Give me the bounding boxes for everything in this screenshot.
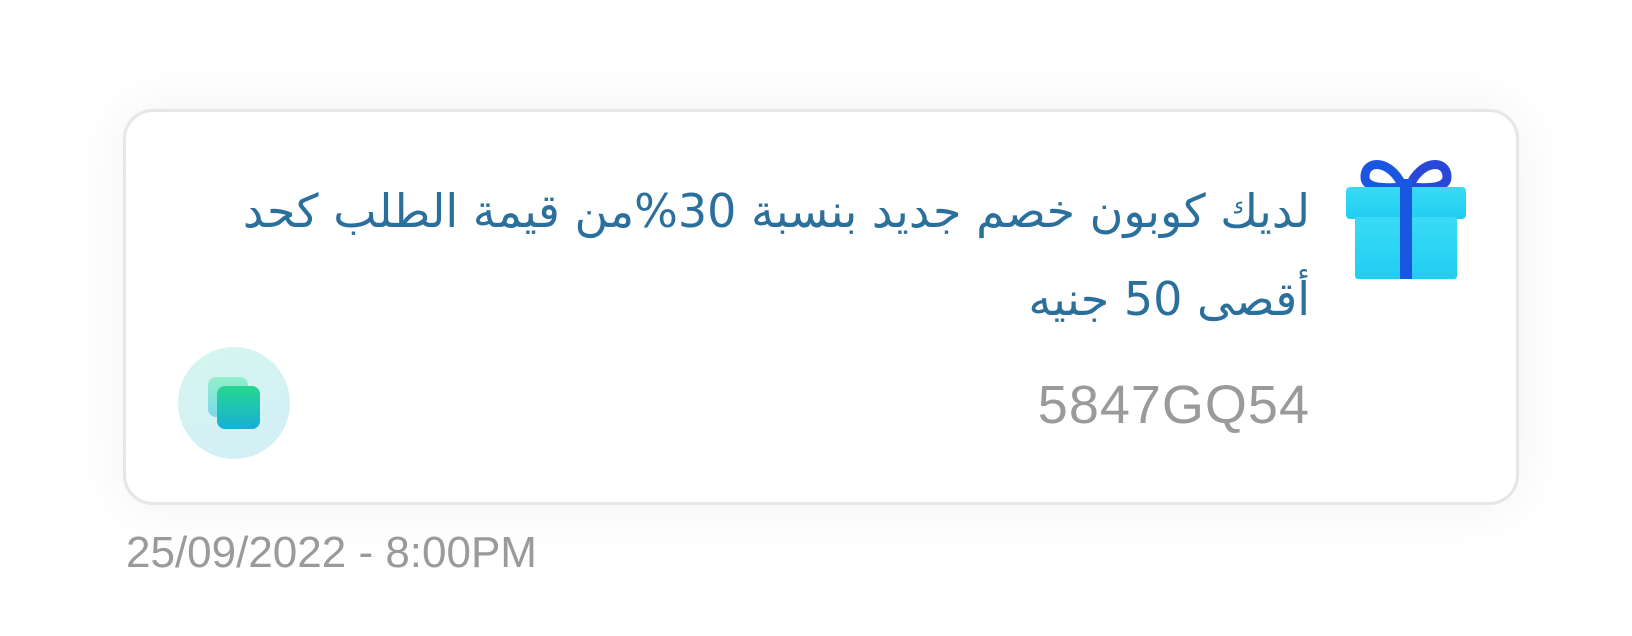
- notification-screen: لديك كوبون خصم جديد بنسبة 30%من قيمة الط…: [0, 0, 1632, 636]
- copy-code-button[interactable]: [178, 347, 290, 459]
- coupon-message: لديك كوبون خصم جديد بنسبة 30%من قيمة الط…: [242, 184, 1310, 326]
- gift-icon: [1341, 157, 1471, 282]
- notification-timestamp: 25/09/2022 - 8:00PM: [126, 528, 537, 577]
- coupon-code: 5847GQ54: [1037, 375, 1310, 435]
- coupon-notification-card[interactable]: لديك كوبون خصم جديد بنسبة 30%من قيمة الط…: [123, 109, 1519, 505]
